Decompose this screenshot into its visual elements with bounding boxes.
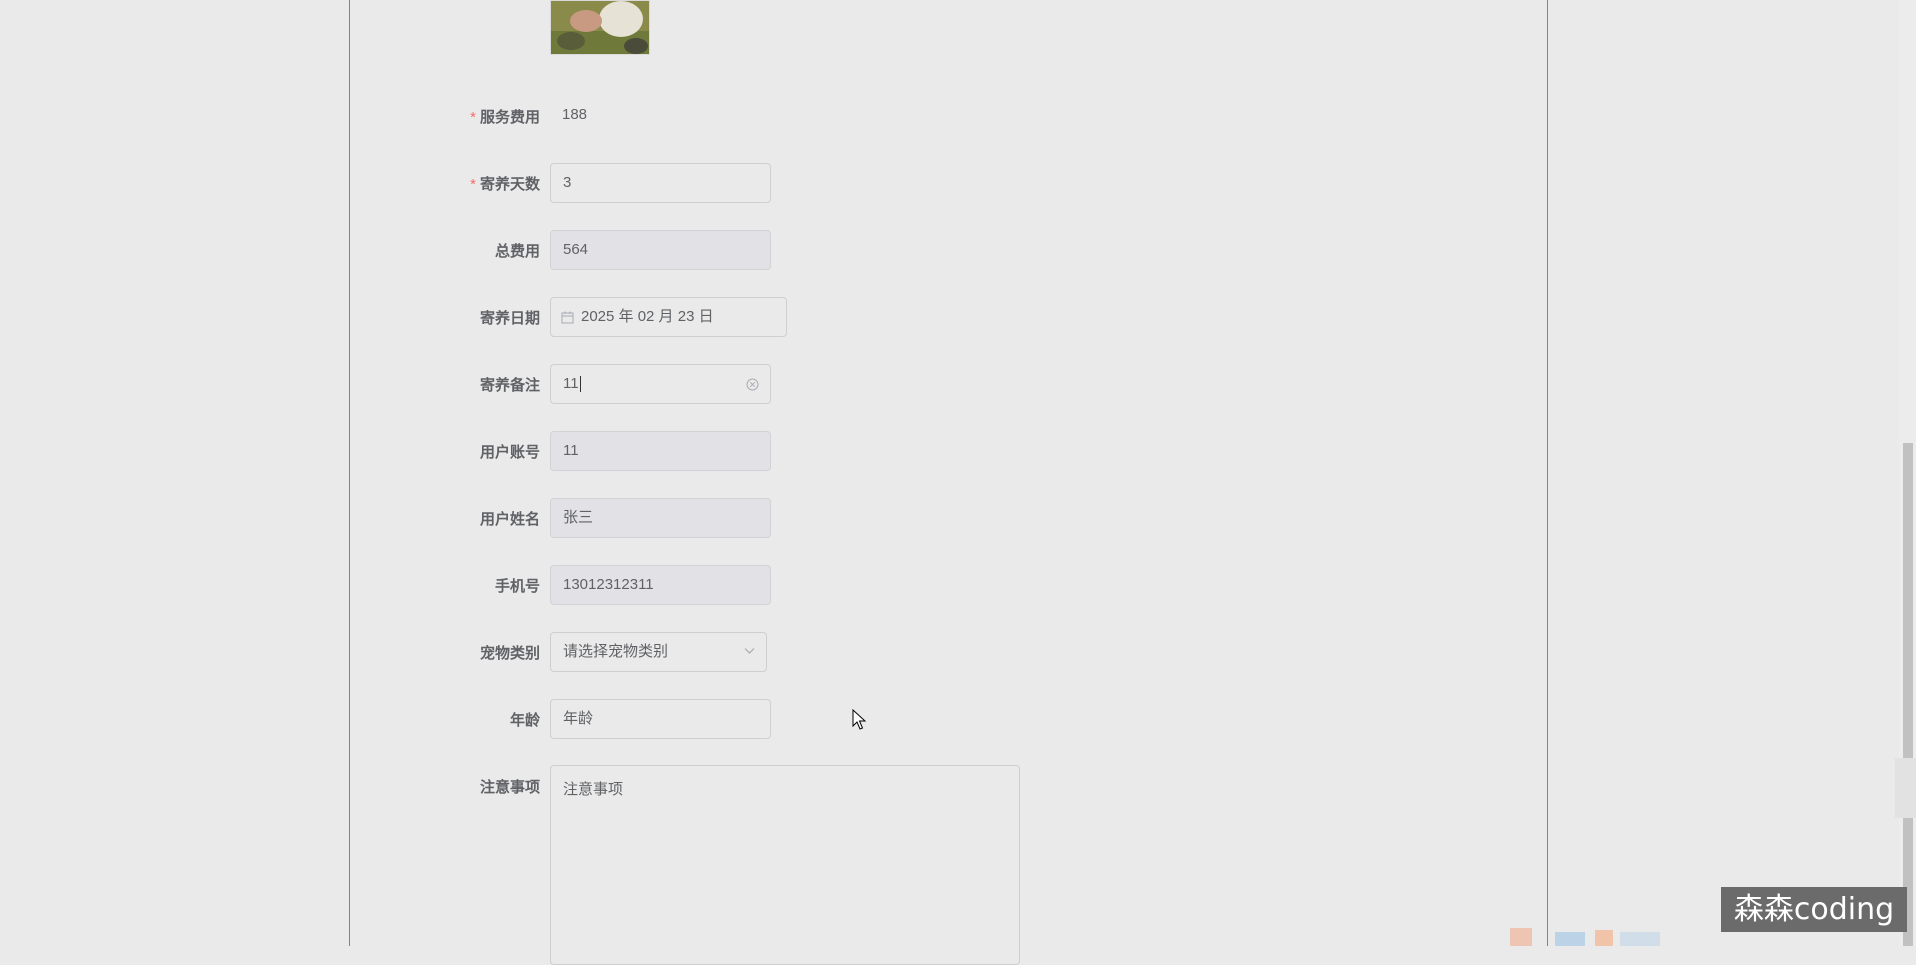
- pet-category-label: 宠物类别: [479, 645, 540, 662]
- age-input[interactable]: 年龄: [550, 699, 771, 739]
- service-fee-label: * 服务费用: [470, 109, 540, 126]
- phone-input: 13012312311: [550, 565, 771, 605]
- text-caret: [579, 376, 581, 393]
- chevron-down-icon: [744, 648, 755, 654]
- pet-photo-thumbnail[interactable]: [550, 0, 650, 55]
- age-placeholder: 年龄: [563, 710, 594, 727]
- board-note-label: 寄养备注: [479, 377, 540, 394]
- pet-category-select[interactable]: 请选择宠物类别: [550, 632, 767, 672]
- total-fee-label: 总费用: [494, 243, 540, 260]
- phone-label: 手机号: [494, 578, 540, 595]
- notes-textarea[interactable]: 注意事项: [550, 765, 1020, 965]
- board-date-picker[interactable]: 2025 年 02 月 23 日: [550, 297, 787, 337]
- user-account-input: 11: [550, 431, 771, 471]
- user-name-input: 张三: [550, 498, 771, 538]
- total-fee-input: 564: [550, 230, 771, 270]
- required-mark: *: [470, 109, 476, 126]
- calendar-icon: [561, 311, 574, 324]
- age-label: 年龄: [509, 712, 540, 729]
- pet-category-placeholder: 请选择宠物类别: [563, 643, 669, 660]
- board-days-label: * 寄养天数: [470, 176, 540, 193]
- required-mark: *: [470, 176, 476, 193]
- blurred-overlay: [1510, 928, 1660, 946]
- overlay-edge: [1895, 758, 1916, 818]
- board-days-input[interactable]: 3: [550, 163, 771, 203]
- mouse-cursor-icon: [852, 709, 866, 730]
- board-date-label: 寄养日期: [479, 310, 540, 327]
- notes-placeholder: 注意事项: [563, 781, 624, 798]
- watermark: 森森coding: [1721, 887, 1907, 932]
- user-name-label: 用户姓名: [479, 511, 540, 528]
- board-note-value: 11: [563, 375, 579, 392]
- scrollbar-thumb[interactable]: [1903, 443, 1913, 946]
- board-date-value: 2025 年 02 月 23 日: [581, 308, 714, 325]
- notes-label: 注意事项: [479, 779, 540, 796]
- board-note-input[interactable]: 11: [550, 364, 771, 404]
- clear-icon[interactable]: [746, 378, 759, 391]
- user-account-label: 用户账号: [479, 444, 540, 461]
- service-fee-value: 188: [562, 106, 588, 123]
